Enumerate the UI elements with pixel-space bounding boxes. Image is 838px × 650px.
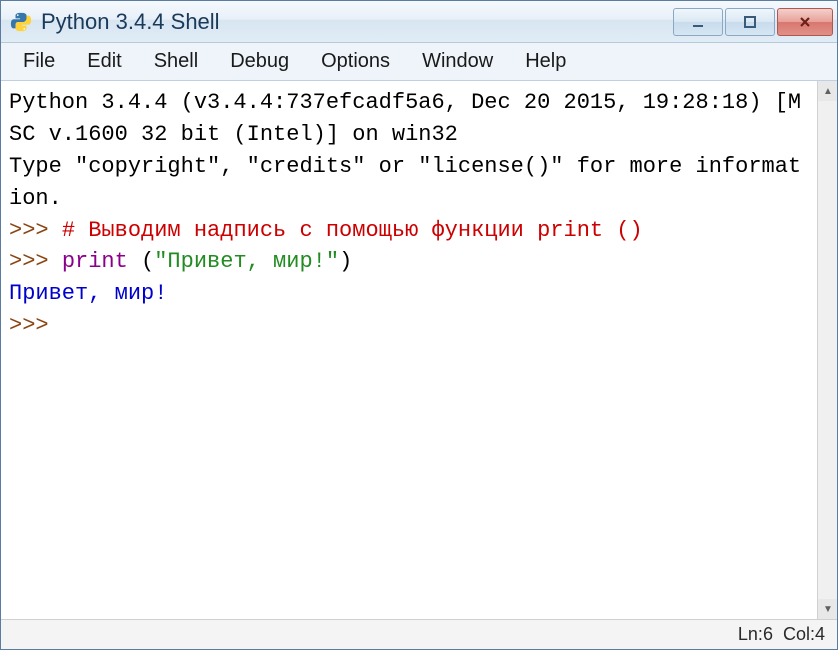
- print-keyword: print: [62, 249, 128, 274]
- close-button[interactable]: [777, 8, 833, 36]
- vertical-scrollbar[interactable]: ▲ ▼: [817, 81, 837, 619]
- output-line: Привет, мир!: [9, 281, 167, 306]
- menu-edit[interactable]: Edit: [71, 44, 137, 79]
- maximize-button[interactable]: [725, 8, 775, 36]
- ln-value: 6: [763, 624, 773, 645]
- titlebar: Python 3.4.4 Shell: [1, 1, 837, 43]
- string-literal: "Привет, мир!": [154, 249, 339, 274]
- window-title: Python 3.4.4 Shell: [41, 9, 673, 35]
- paren-close: ): [339, 249, 352, 274]
- app-window: Python 3.4.4 Shell File Edit Shell Debug…: [0, 0, 838, 650]
- prompt: >>>: [9, 218, 62, 243]
- python-icon: [9, 10, 33, 34]
- menu-shell[interactable]: Shell: [138, 44, 214, 79]
- window-controls: [673, 8, 833, 36]
- ln-label: Ln:: [738, 624, 763, 645]
- col-label: Col:: [783, 624, 815, 645]
- banner-line-1: Python 3.4.4 (v3.4.4:737efcadf5a6, Dec 2…: [9, 90, 801, 147]
- menu-help[interactable]: Help: [509, 44, 582, 79]
- prompt: >>>: [9, 249, 62, 274]
- prompt: >>>: [9, 313, 62, 338]
- menu-debug[interactable]: Debug: [214, 44, 305, 79]
- shell-text-area[interactable]: Python 3.4.4 (v3.4.4:737efcadf5a6, Dec 2…: [1, 81, 817, 619]
- menu-file[interactable]: File: [7, 44, 71, 79]
- comment-text: # Выводим надпись с помощью функции prin…: [62, 218, 643, 243]
- minimize-button[interactable]: [673, 8, 723, 36]
- content-wrapper: Python 3.4.4 (v3.4.4:737efcadf5a6, Dec 2…: [1, 81, 837, 619]
- menu-window[interactable]: Window: [406, 44, 509, 79]
- paren-open: (: [128, 249, 154, 274]
- banner-line-2: Type "copyright", "credits" or "license(…: [9, 154, 801, 211]
- menu-options[interactable]: Options: [305, 44, 406, 79]
- menubar: File Edit Shell Debug Options Window Hel…: [1, 43, 837, 81]
- statusbar: Ln: 6 Col: 4: [1, 619, 837, 649]
- scroll-up-button[interactable]: ▲: [818, 81, 837, 101]
- scroll-down-button[interactable]: ▼: [818, 599, 837, 619]
- col-value: 4: [815, 624, 825, 645]
